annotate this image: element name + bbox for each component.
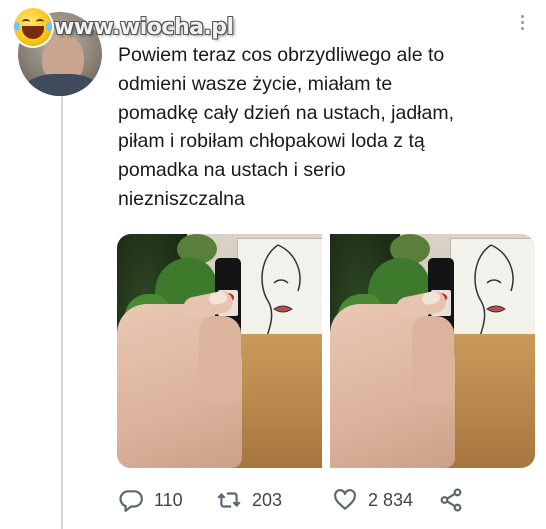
- thread-line: [61, 92, 63, 529]
- laughing-tears-emoji-icon: [14, 8, 52, 46]
- tweet-line: niezniszczalna: [118, 187, 245, 210]
- share-button[interactable]: [438, 486, 464, 514]
- lipstick-photo-2[interactable]: [330, 234, 535, 468]
- tweet-line: pomadka na ustach i serio: [118, 159, 346, 182]
- tweet-line: Powiem teraz cos obrzydliwego ale to: [118, 44, 445, 66]
- retweet-count: 203: [252, 489, 283, 510]
- lipstick-photo-1[interactable]: [117, 234, 322, 468]
- more-options-icon[interactable]: [514, 10, 530, 34]
- reply-icon: [118, 487, 144, 513]
- avatar-shirt: [24, 74, 100, 96]
- face-sketch-frame: [450, 238, 535, 346]
- like-count: 2 834: [368, 489, 414, 510]
- watermark-text: www.wiocha.pl: [54, 14, 234, 40]
- tweet-line: odmieni wasze życie, miałam te: [118, 72, 393, 95]
- tweet-text: Powiem teraz cos obrzydliwego ale to odm…: [118, 41, 528, 214]
- retweet-icon: [216, 487, 242, 513]
- face-sketch-frame: [237, 238, 322, 346]
- tweet-line: piłam i robiłam chłopakowi loda z tą: [118, 130, 425, 153]
- tweet-actions: 110 203 2 834: [118, 486, 538, 514]
- share-icon: [438, 487, 464, 513]
- tweet-line: pomadkę cały dzień na ustach, jadłam,: [118, 101, 455, 124]
- like-button[interactable]: 2 834: [332, 486, 413, 514]
- reply-button[interactable]: 110: [118, 486, 183, 514]
- tweet-media: [117, 234, 535, 468]
- heart-icon: [332, 487, 358, 513]
- retweet-button[interactable]: 203: [216, 486, 282, 514]
- reply-count: 110: [154, 489, 183, 510]
